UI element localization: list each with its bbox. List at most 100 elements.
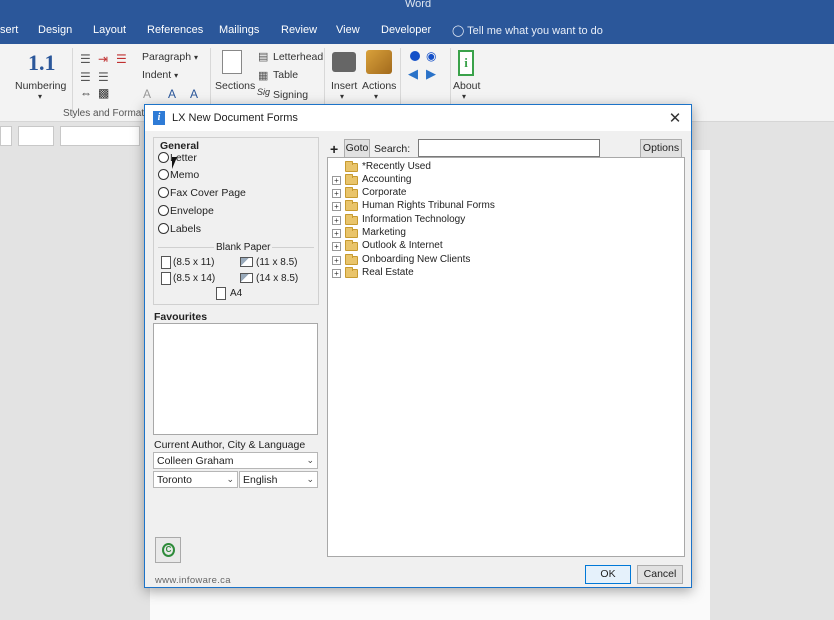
expand-icon[interactable]: + bbox=[332, 189, 341, 198]
sections-button[interactable]: Sections bbox=[215, 80, 255, 92]
format-combo[interactable] bbox=[18, 126, 54, 146]
expand-icon[interactable]: + bbox=[332, 256, 341, 265]
option-envelope-label[interactable]: Envelope bbox=[170, 205, 214, 217]
chevron-down-icon: ⌄ bbox=[226, 474, 234, 484]
author-label: Current Author, City & Language bbox=[154, 439, 306, 451]
record-icon[interactable] bbox=[410, 51, 420, 61]
info-icon: i bbox=[458, 50, 474, 76]
option-memo-label[interactable]: Memo bbox=[170, 169, 199, 181]
expand-icon[interactable]: + bbox=[332, 176, 341, 185]
signing-icon: Sig bbox=[257, 87, 271, 97]
mouse-pointer-icon bbox=[172, 157, 182, 169]
align-icon[interactable]: ☰ bbox=[80, 70, 91, 84]
tab-review[interactable]: Review bbox=[281, 24, 317, 36]
styles-group-label: Styles and Formatti bbox=[63, 108, 150, 119]
style-a2-icon[interactable]: A bbox=[168, 87, 176, 101]
folder-icon bbox=[345, 187, 358, 198]
about-button[interactable]: About bbox=[453, 80, 480, 92]
columns-icon[interactable]: ☰ bbox=[98, 70, 109, 84]
table-button[interactable]: Table bbox=[273, 69, 298, 81]
portrait-page-icon[interactable] bbox=[216, 287, 226, 300]
radio-letter[interactable] bbox=[158, 152, 169, 163]
author-value: Colleen Graham bbox=[157, 455, 234, 467]
tab-developer[interactable]: Developer bbox=[381, 24, 431, 36]
paper-legal-landscape[interactable]: (14 x 8.5) bbox=[256, 273, 298, 284]
expand-icon[interactable]: + bbox=[332, 242, 341, 251]
actions-button[interactable]: Actions bbox=[362, 80, 396, 92]
numbering-button[interactable]: Numbering bbox=[15, 80, 66, 92]
favourites-list[interactable] bbox=[153, 323, 318, 435]
expand-icon[interactable]: + bbox=[332, 269, 341, 278]
outline-icon[interactable]: ☰ bbox=[116, 52, 127, 66]
chevron-down-icon: ▾ bbox=[193, 53, 198, 62]
portrait-page-icon[interactable] bbox=[161, 272, 171, 285]
website-link[interactable]: www.infoware.ca bbox=[155, 575, 231, 586]
tree-item-label: Real Estate bbox=[362, 267, 414, 278]
ok-button[interactable]: OK bbox=[585, 565, 631, 584]
arrow-right-icon[interactable]: ▶ bbox=[426, 66, 436, 82]
insert-button[interactable]: Insert bbox=[331, 80, 357, 92]
refresh-icon: C bbox=[162, 543, 175, 557]
search-input[interactable] bbox=[418, 139, 600, 157]
radio-fax-cover-page[interactable] bbox=[158, 187, 169, 198]
author-select[interactable]: Colleen Graham ⌄ bbox=[153, 452, 318, 469]
lx-app-icon: i bbox=[153, 111, 165, 125]
indent-marker-icon[interactable]: ⇥ bbox=[98, 52, 108, 66]
paper-letter-landscape[interactable]: (11 x 8.5) bbox=[256, 257, 298, 268]
forms-tree[interactable]: *Recently Used + Accounting + Corporate … bbox=[327, 157, 685, 557]
tab-references[interactable]: References bbox=[147, 24, 203, 36]
toolbox-icon bbox=[366, 50, 392, 74]
indent-label: Indent bbox=[142, 69, 172, 81]
paper-legal-portrait[interactable]: (8.5 x 14) bbox=[173, 273, 215, 284]
style-a3-icon[interactable]: A bbox=[190, 87, 198, 101]
option-fax-label[interactable]: Fax Cover Page bbox=[170, 187, 246, 199]
tree-item-label: Human Rights Tribunal Forms bbox=[362, 200, 495, 211]
radio-envelope[interactable] bbox=[158, 205, 169, 216]
landscape-page-icon[interactable] bbox=[240, 273, 253, 283]
radio-labels[interactable] bbox=[158, 223, 169, 234]
chevron-down-icon: ⌄ bbox=[306, 474, 314, 484]
refresh-button[interactable]: C bbox=[155, 537, 181, 563]
tab-mailings[interactable]: Mailings bbox=[219, 24, 259, 36]
landscape-page-icon[interactable] bbox=[240, 257, 253, 267]
add-icon[interactable]: + bbox=[330, 141, 338, 157]
tree-item-label: Corporate bbox=[362, 187, 407, 198]
paper-a4[interactable]: A4 bbox=[230, 288, 242, 299]
indent-button[interactable]: Indent ▾ bbox=[142, 69, 178, 81]
letterhead-button[interactable]: Letterhead bbox=[273, 51, 323, 63]
letterhead-icon: ▤ bbox=[258, 51, 269, 63]
folder-icon bbox=[345, 240, 358, 251]
options-button[interactable]: Options bbox=[640, 139, 682, 158]
city-select[interactable]: Toronto ⌄ bbox=[153, 471, 238, 488]
arrows-icon[interactable]: ⇔ bbox=[80, 86, 92, 100]
tab-view[interactable]: View bbox=[336, 24, 360, 36]
language-select[interactable]: English ⌄ bbox=[239, 471, 318, 488]
signing-button[interactable]: Signing bbox=[273, 89, 308, 101]
paragraph-button[interactable]: Paragraph ▾ bbox=[142, 51, 198, 63]
tab-insert[interactable]: sert bbox=[0, 24, 18, 36]
format-combo[interactable] bbox=[0, 126, 12, 146]
paper-letter-portrait[interactable]: (8.5 x 11) bbox=[173, 257, 215, 268]
tell-me-box[interactable]: ◯ Tell me what you want to do bbox=[452, 24, 603, 37]
folder-icon bbox=[345, 200, 358, 211]
cancel-button[interactable]: Cancel bbox=[637, 565, 683, 584]
close-button[interactable]: ✕ bbox=[667, 109, 683, 127]
style-a-icon[interactable]: A bbox=[143, 87, 151, 101]
tell-me-text: Tell me what you want to do bbox=[467, 25, 603, 37]
option-labels-label[interactable]: Labels bbox=[170, 223, 201, 235]
list-icon[interactable]: ☰ bbox=[80, 52, 91, 66]
eye-icon[interactable]: ◉ bbox=[426, 49, 436, 63]
expand-icon[interactable]: + bbox=[332, 202, 341, 211]
tab-design[interactable]: Design bbox=[38, 24, 72, 36]
chevron-down-icon: ▾ bbox=[374, 92, 379, 101]
tab-layout[interactable]: Layout bbox=[93, 24, 126, 36]
expand-icon[interactable]: + bbox=[332, 216, 341, 225]
expand-icon[interactable]: + bbox=[332, 229, 341, 238]
portrait-page-icon[interactable] bbox=[161, 256, 171, 269]
format-icon[interactable]: ▩ bbox=[98, 86, 109, 100]
radio-memo[interactable] bbox=[158, 169, 169, 180]
format-combo[interactable] bbox=[60, 126, 140, 146]
chevron-down-icon: ▾ bbox=[174, 71, 179, 80]
arrow-left-icon[interactable]: ◀ bbox=[408, 66, 418, 82]
goto-button[interactable]: Goto bbox=[344, 139, 370, 158]
